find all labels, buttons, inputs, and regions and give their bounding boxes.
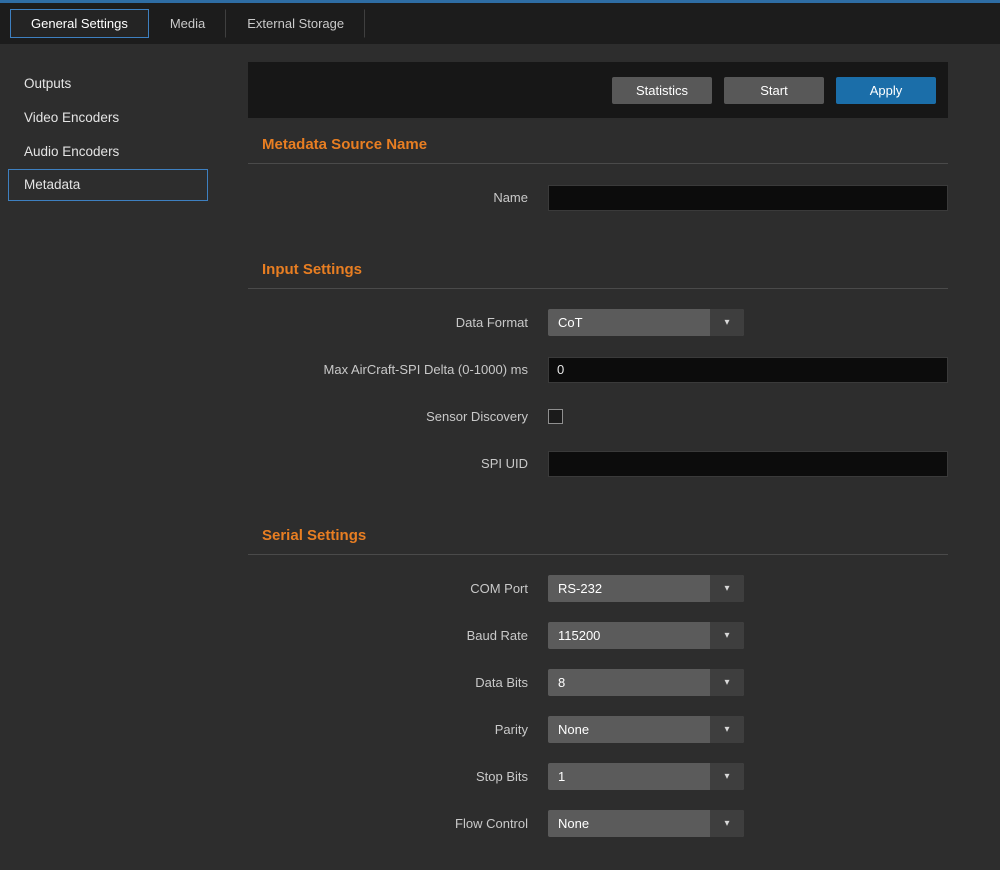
flow-control-label: Flow Control [248, 816, 528, 831]
chevron-down-icon: ▾ [710, 309, 744, 336]
sidebar-item-label: Metadata [24, 177, 80, 192]
tab-media[interactable]: Media [149, 9, 226, 38]
chevron-down-icon: ▾ [710, 716, 744, 743]
section-title: Serial Settings [248, 497, 948, 555]
max-delta-label: Max AirCraft-SPI Delta (0-1000) ms [248, 362, 528, 377]
tab-label: External Storage [247, 16, 344, 31]
baud-rate-label: Baud Rate [248, 628, 528, 643]
baud-rate-value: 115200 [548, 628, 710, 643]
data-format-select[interactable]: CoT ▾ [548, 309, 744, 336]
page-body: Outputs Video Encoders Audio Encoders Me… [0, 44, 1000, 870]
name-label: Name [248, 190, 528, 205]
chevron-down-icon: ▾ [710, 622, 744, 649]
chevron-down-icon: ▾ [710, 669, 744, 696]
stop-bits-label: Stop Bits [248, 769, 528, 784]
sidebar-item-label: Audio Encoders [24, 144, 119, 159]
sidebar-item-label: Outputs [24, 76, 71, 91]
chevron-down-icon: ▾ [710, 575, 744, 602]
sensor-discovery-checkbox[interactable] [548, 409, 563, 424]
section-serial-settings: Serial Settings COM Port RS-232 ▾ Baud R… [248, 497, 948, 837]
stop-bits-select[interactable]: 1 ▾ [548, 763, 744, 790]
sidebar-item-video-encoders[interactable]: Video Encoders [0, 101, 248, 135]
sensor-discovery-label: Sensor Discovery [248, 409, 528, 424]
tab-external-storage[interactable]: External Storage [226, 9, 365, 38]
com-port-label: COM Port [248, 581, 528, 596]
baud-rate-select[interactable]: 115200 ▾ [548, 622, 744, 649]
com-port-value: RS-232 [548, 581, 710, 596]
data-bits-row: Data Bits 8 ▾ [248, 669, 948, 696]
data-format-label: Data Format [248, 315, 528, 330]
chevron-down-icon: ▾ [710, 763, 744, 790]
name-row: Name [248, 184, 948, 211]
data-bits-value: 8 [548, 675, 710, 690]
com-port-row: COM Port RS-232 ▾ [248, 575, 948, 602]
parity-label: Parity [248, 722, 528, 737]
com-port-select[interactable]: RS-232 ▾ [548, 575, 744, 602]
spi-uid-row: SPI UID [248, 450, 948, 477]
max-delta-row: Max AirCraft-SPI Delta (0-1000) ms [248, 356, 948, 383]
tab-label: General Settings [31, 16, 128, 31]
tab-label: Media [170, 16, 205, 31]
stop-bits-value: 1 [548, 769, 710, 784]
sidebar-item-audio-encoders[interactable]: Audio Encoders [0, 135, 248, 169]
sidebar-item-metadata[interactable]: Metadata [8, 169, 208, 201]
flow-control-select[interactable]: None ▾ [548, 810, 744, 837]
data-bits-select[interactable]: 8 ▾ [548, 669, 744, 696]
apply-button[interactable]: Apply [836, 77, 936, 104]
spi-uid-label: SPI UID [248, 456, 528, 471]
flow-control-row: Flow Control None ▾ [248, 810, 948, 837]
sensor-discovery-row: Sensor Discovery [248, 403, 948, 430]
flow-control-value: None [548, 816, 710, 831]
data-format-value: CoT [548, 315, 710, 330]
action-toolbar: Statistics Start Apply [248, 62, 948, 118]
start-button[interactable]: Start [724, 77, 824, 104]
data-bits-label: Data Bits [248, 675, 528, 690]
spi-uid-input[interactable] [548, 451, 948, 477]
section-title: Input Settings [248, 231, 948, 289]
sidebar: Outputs Video Encoders Audio Encoders Me… [0, 44, 248, 870]
parity-row: Parity None ▾ [248, 716, 948, 743]
stop-bits-row: Stop Bits 1 ▾ [248, 763, 948, 790]
section-title: Metadata Source Name [248, 118, 948, 164]
data-format-row: Data Format CoT ▾ [248, 309, 948, 336]
parity-select[interactable]: None ▾ [548, 716, 744, 743]
baud-rate-row: Baud Rate 115200 ▾ [248, 622, 948, 649]
max-delta-input[interactable] [548, 357, 948, 383]
top-tab-bar: General Settings Media External Storage [0, 0, 1000, 44]
section-input-settings: Input Settings Data Format CoT ▾ Max Air… [248, 231, 948, 477]
tab-general-settings[interactable]: General Settings [10, 9, 149, 38]
name-input[interactable] [548, 185, 948, 211]
sidebar-item-outputs[interactable]: Outputs [0, 67, 248, 101]
parity-value: None [548, 722, 710, 737]
main-content: Statistics Start Apply Metadata Source N… [248, 44, 948, 870]
section-metadata-source-name: Metadata Source Name Name [248, 118, 948, 211]
sidebar-item-label: Video Encoders [24, 110, 119, 125]
statistics-button[interactable]: Statistics [612, 77, 712, 104]
chevron-down-icon: ▾ [710, 810, 744, 837]
